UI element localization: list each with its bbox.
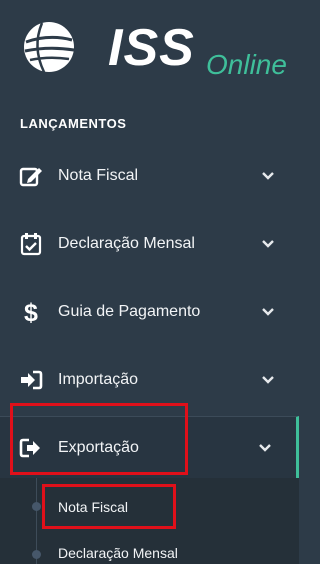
- globe-icon: [24, 22, 75, 73]
- sidebar-item-label: Guia de Pagamento: [58, 303, 201, 320]
- chevron-down-icon: [262, 376, 274, 384]
- edit-icon: [18, 163, 44, 189]
- chevron-down-icon: [262, 240, 274, 248]
- logo-suffix-text: Online: [206, 49, 287, 80]
- chevron-down-icon: [259, 443, 271, 452]
- chevron-down-icon: [262, 308, 274, 316]
- sign-in-icon: [18, 367, 44, 393]
- submenu-item-declaracao-mensal[interactable]: Declaração Mensal: [58, 545, 178, 561]
- sidebar-item-exportacao[interactable]: Exportação: [0, 416, 299, 478]
- logo: ISS Online: [16, 14, 287, 80]
- sidebar-item-nota-fiscal[interactable]: Nota Fiscal: [0, 146, 299, 206]
- sidebar-item-label: Declaração Mensal: [58, 235, 195, 252]
- sidebar-item-label: Importação: [58, 371, 139, 388]
- tree-dot-icon: [32, 502, 41, 511]
- sign-out-icon: [18, 435, 44, 461]
- chevron-down-icon: [262, 172, 274, 180]
- submenu-item-nota-fiscal[interactable]: Nota Fiscal: [58, 499, 128, 515]
- sidebar-item-guia-de-pagamento[interactable]: $ Guia de Pagamento: [0, 282, 299, 342]
- dollar-icon: $: [18, 299, 44, 325]
- svg-text:$: $: [24, 299, 38, 325]
- sidebar-item-importacao[interactable]: Importação: [0, 350, 299, 410]
- sidebar-item-declaracao-mensal[interactable]: Declaração Mensal: [0, 214, 299, 274]
- calendar-check-icon: [18, 231, 44, 257]
- logo-brand-text: ISS: [108, 19, 195, 77]
- sidebar-item-label: Nota Fiscal: [58, 167, 139, 184]
- sidebar-item-label: Exportação: [58, 438, 139, 456]
- section-title: LANÇAMENTOS: [20, 116, 127, 131]
- tree-dot-icon: [32, 550, 41, 559]
